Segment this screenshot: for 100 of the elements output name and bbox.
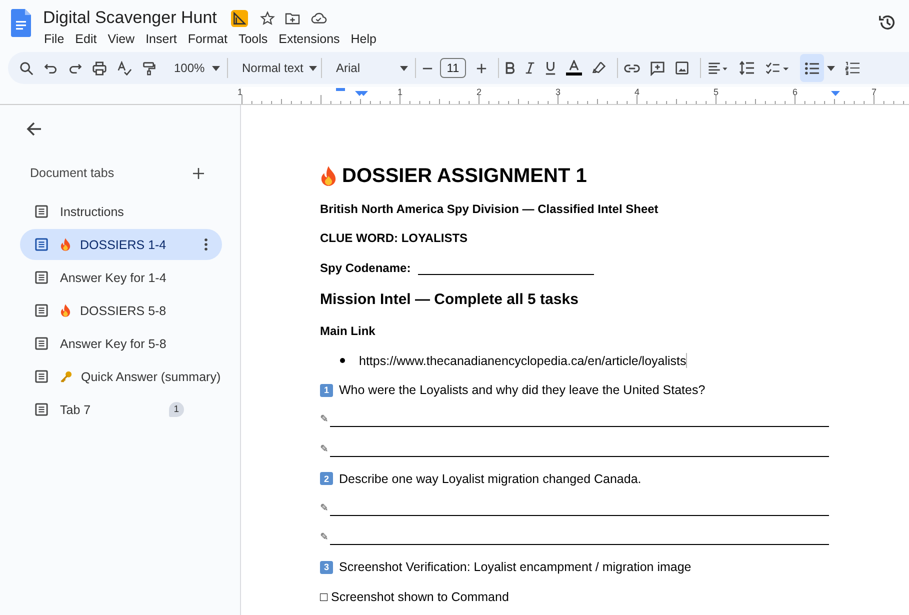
fire-icon xyxy=(60,304,71,317)
ruler-number: 2 xyxy=(476,87,482,97)
align-icon[interactable] xyxy=(707,62,729,74)
line-spacing-icon[interactable] xyxy=(739,61,755,75)
tab-label: Tab 7 xyxy=(60,402,91,416)
search-icon[interactable] xyxy=(19,60,34,76)
caret-icon[interactable] xyxy=(827,66,835,70)
section-heading: Mission Intel — Complete all 5 tasks xyxy=(320,291,578,308)
ruler-number: 1 xyxy=(238,87,242,97)
pencil-glyph: ✎ xyxy=(320,532,328,544)
link[interactable]: https://www.thecanadianencyclopedia.ca/en/article/loyalists xyxy=(359,354,686,368)
menu-item[interactable]: Help xyxy=(350,32,384,46)
bold-text: CLUE WORD: LOYALISTS xyxy=(320,231,468,246)
document-tab[interactable]: Instructions xyxy=(20,196,222,227)
more-icon[interactable] xyxy=(204,238,208,251)
pencil-glyph: ✎ xyxy=(320,444,328,455)
number-badge: 3 xyxy=(320,560,333,574)
ruler-number: 1 xyxy=(398,87,402,97)
document-icon xyxy=(35,403,48,416)
document-icon xyxy=(35,304,48,317)
pencil-glyph: ✎ xyxy=(320,414,328,426)
print-icon[interactable] xyxy=(92,60,107,76)
font-size-field[interactable]: 11 xyxy=(440,58,466,78)
zoom-dropdown[interactable]: 100% xyxy=(166,56,226,80)
fire-icon xyxy=(320,166,337,186)
plus-icon[interactable] xyxy=(193,168,204,178)
menu-item[interactable]: Edit xyxy=(74,32,104,46)
text-color-icon[interactable] xyxy=(566,60,582,76)
bold-text: British North America Spy Division — Classified Intel Sheet xyxy=(320,202,658,216)
number-badge: 2 xyxy=(320,472,333,486)
document-icon xyxy=(35,238,48,251)
bold-icon[interactable] xyxy=(505,62,515,74)
docs-logo-icon[interactable] xyxy=(11,9,31,37)
history-icon[interactable] xyxy=(878,13,897,32)
folder-icon[interactable] xyxy=(284,12,300,24)
question-text: Describe one way Loyalist migration changed Canada. xyxy=(339,472,642,486)
tab-label: Instructions xyxy=(60,204,124,218)
document-tab[interactable]: DOSSIERS 1-4 xyxy=(20,229,222,260)
indent-marker[interactable] xyxy=(831,91,840,96)
caret-icon xyxy=(212,66,220,70)
menu-item[interactable]: Format xyxy=(186,32,234,46)
menu-item[interactable]: Extensions xyxy=(278,32,347,46)
question-text: Screenshot Verification: Loyalist encampment / migration image xyxy=(339,560,692,574)
indent-marker[interactable] xyxy=(359,91,368,96)
bullet-icon xyxy=(340,358,345,364)
indent-marker[interactable] xyxy=(336,88,345,91)
redo-icon[interactable] xyxy=(68,61,82,75)
back-arrow-icon[interactable] xyxy=(26,121,42,137)
plus-icon[interactable] xyxy=(476,62,487,74)
bulleted-list-button[interactable] xyxy=(800,54,824,82)
document-title[interactable]: Digital Scavenger Hunt xyxy=(43,8,217,28)
ruler-number: 3 xyxy=(556,87,560,97)
document-tab[interactable]: Answer Key for 5-8 xyxy=(20,328,222,359)
font-dropdown[interactable]: Arial xyxy=(328,56,414,80)
ruler-number: 6 xyxy=(792,87,798,97)
link-icon[interactable] xyxy=(624,64,640,72)
bulleted-list-icon xyxy=(804,62,820,74)
pencil-glyph: ✎ xyxy=(320,502,328,514)
star-icon[interactable] xyxy=(260,10,275,26)
fire-icon xyxy=(60,238,71,251)
document-tab[interactable]: Quick Answer (summary) xyxy=(20,361,222,392)
checklist-icon[interactable] xyxy=(765,62,790,74)
key-icon xyxy=(60,370,72,382)
text-cursor xyxy=(686,353,688,368)
image-icon[interactable] xyxy=(675,61,689,75)
checklist-text: □ Screenshot shown to Command xyxy=(320,590,509,604)
ruler-number: 5 xyxy=(714,87,718,97)
document-heading: DOSSIER ASSIGNMENT 1 xyxy=(342,164,587,188)
document-tab[interactable]: Tab 7 1 xyxy=(20,394,222,425)
document-icon xyxy=(35,271,48,284)
ruler-number: 4 xyxy=(634,87,640,97)
field-label: Spy Codename: xyxy=(320,260,411,275)
comment-count-badge: 1 xyxy=(168,402,184,417)
document-icon xyxy=(35,337,48,350)
document-icon xyxy=(35,205,48,218)
question-text: Who were the Loyalists and why did they leave the United States? xyxy=(339,383,706,398)
menu-item[interactable]: View xyxy=(106,32,142,46)
document-tab[interactable]: DOSSIERS 5-8 xyxy=(20,295,222,326)
section-heading: Document tabs xyxy=(30,166,114,180)
menu-item[interactable]: Tools xyxy=(237,32,275,46)
tab-label: DOSSIERS 5-8 xyxy=(80,304,166,318)
cloud-icon[interactable] xyxy=(310,12,327,24)
ruler-icon[interactable] xyxy=(230,10,248,26)
italic-icon[interactable] xyxy=(525,62,535,74)
undo-icon[interactable] xyxy=(44,61,58,75)
document-icon xyxy=(35,370,48,383)
number-badge: 1 xyxy=(320,384,333,397)
numbered-list-icon[interactable] xyxy=(845,61,860,75)
ruler-number: 7 xyxy=(872,87,876,97)
tab-label: Quick Answer (summary) xyxy=(81,370,221,384)
spellcheck-icon[interactable] xyxy=(117,60,132,76)
underline-icon[interactable] xyxy=(545,61,556,75)
document-tab[interactable]: Answer Key for 1-4 xyxy=(20,262,222,293)
add-comment-icon[interactable] xyxy=(650,60,665,76)
menu-item[interactable]: File xyxy=(43,32,72,46)
paint-format-icon[interactable] xyxy=(142,60,156,76)
tab-label: Answer Key for 1-4 xyxy=(60,270,166,284)
menu-item[interactable]: Insert xyxy=(144,32,184,46)
bold-text: Main Link xyxy=(320,324,376,338)
highlighter-icon[interactable] xyxy=(592,61,606,75)
